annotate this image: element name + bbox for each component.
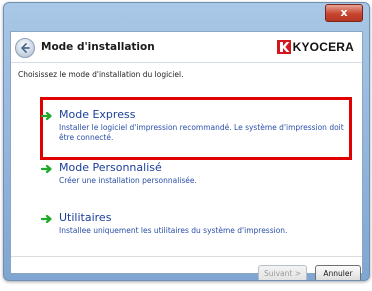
- page-title: Mode d'installation: [41, 41, 155, 53]
- dialog-content: Mode d'installation KYOCERA Choisissez l…: [10, 31, 363, 280]
- back-arrow-icon[interactable]: [15, 38, 35, 58]
- kyocera-logo-icon: [276, 40, 291, 54]
- title-bar: x: [4, 3, 369, 31]
- option-title: Mode Express: [59, 108, 136, 121]
- dialog-header: Mode d'installation KYOCERA: [11, 32, 362, 63]
- green-arrow-icon: [41, 111, 52, 121]
- footer-divider: [11, 256, 362, 257]
- option-title: Mode Personnalisé: [59, 161, 162, 174]
- option-description: Créer une installation personnalisée.: [59, 176, 197, 185]
- close-button[interactable]: x: [325, 4, 363, 22]
- brand-name: KYOCERA: [292, 40, 354, 54]
- green-arrow-icon: [41, 214, 52, 224]
- cancel-button[interactable]: Annuler: [315, 265, 361, 280]
- instruction-text: Choisissez le mode d'installation du log…: [18, 70, 184, 79]
- option-title: Utilitaires: [59, 211, 112, 224]
- installer-window: x Mode d'installation KYOCERA Choisissez…: [3, 2, 370, 281]
- next-button[interactable]: Suivant >: [258, 265, 307, 280]
- kyocera-logo: KYOCERA: [276, 40, 354, 54]
- option-description: Installee uniquement les utilitaires du …: [59, 226, 288, 235]
- green-arrow-icon: [41, 164, 52, 174]
- option-description: Installer le logiciel d'impression recom…: [59, 123, 344, 142]
